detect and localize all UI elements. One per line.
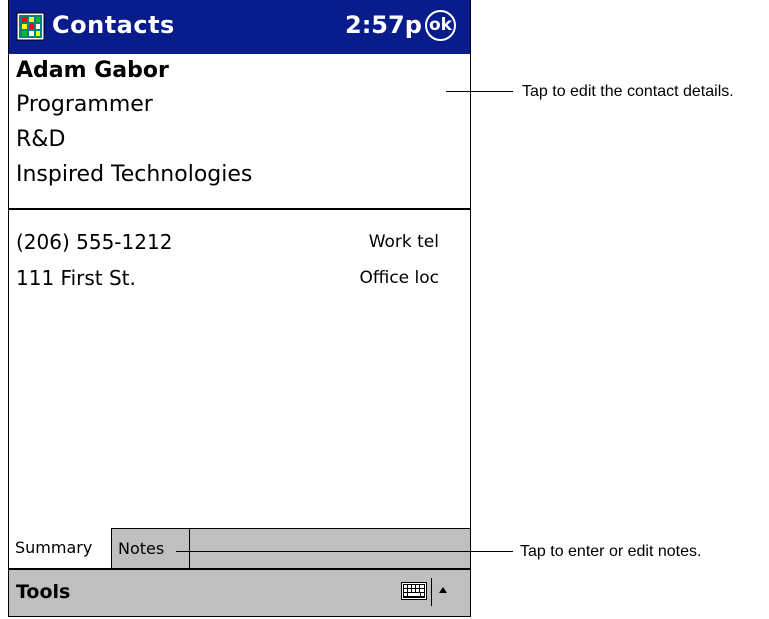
- title-bar: Contacts 2:57p ok: [9, 0, 470, 54]
- contacts-app-icon[interactable]: [16, 12, 45, 41]
- app-title: Contacts: [52, 11, 175, 39]
- tab-strip: Summary Notes: [9, 528, 470, 568]
- sip-separator: [431, 578, 432, 606]
- phone-label: Work tel: [368, 232, 439, 252]
- contact-job-title: Programmer: [16, 92, 153, 117]
- detail-row-phone[interactable]: (206) 555-1212 Work tel: [16, 230, 439, 262]
- phone-value: (206) 555-1212: [16, 230, 173, 254]
- address-value: 111 First St.: [16, 266, 136, 290]
- callout-line-notes: [176, 551, 513, 552]
- header-divider: [9, 208, 470, 210]
- callout-line-details: [446, 91, 513, 92]
- callout-details: Tap to edit the contact details.: [522, 83, 734, 100]
- device-screen: Contacts 2:57p ok Adam Gabor Programmer …: [8, 0, 471, 617]
- sip-arrow-up-icon[interactable]: [438, 586, 448, 594]
- contact-name: Adam Gabor: [16, 58, 169, 83]
- contact-header[interactable]: Adam Gabor Programmer R&D Inspired Techn…: [9, 54, 470, 208]
- callout-notes: Tap to enter or edit notes.: [520, 543, 702, 560]
- contact-company: Inspired Technologies: [16, 162, 253, 187]
- keyboard-icon[interactable]: [401, 582, 427, 600]
- tab-notes[interactable]: Notes: [112, 528, 190, 568]
- clock[interactable]: 2:57p: [345, 11, 422, 39]
- ok-button[interactable]: ok: [425, 10, 456, 41]
- detail-row-address[interactable]: 111 First St. Office loc: [16, 266, 439, 298]
- address-label: Office loc: [359, 268, 440, 288]
- tools-menu[interactable]: Tools: [16, 581, 70, 603]
- contact-department: R&D: [16, 127, 66, 152]
- tab-summary[interactable]: Summary: [9, 528, 112, 568]
- menu-bar: Tools: [9, 568, 470, 616]
